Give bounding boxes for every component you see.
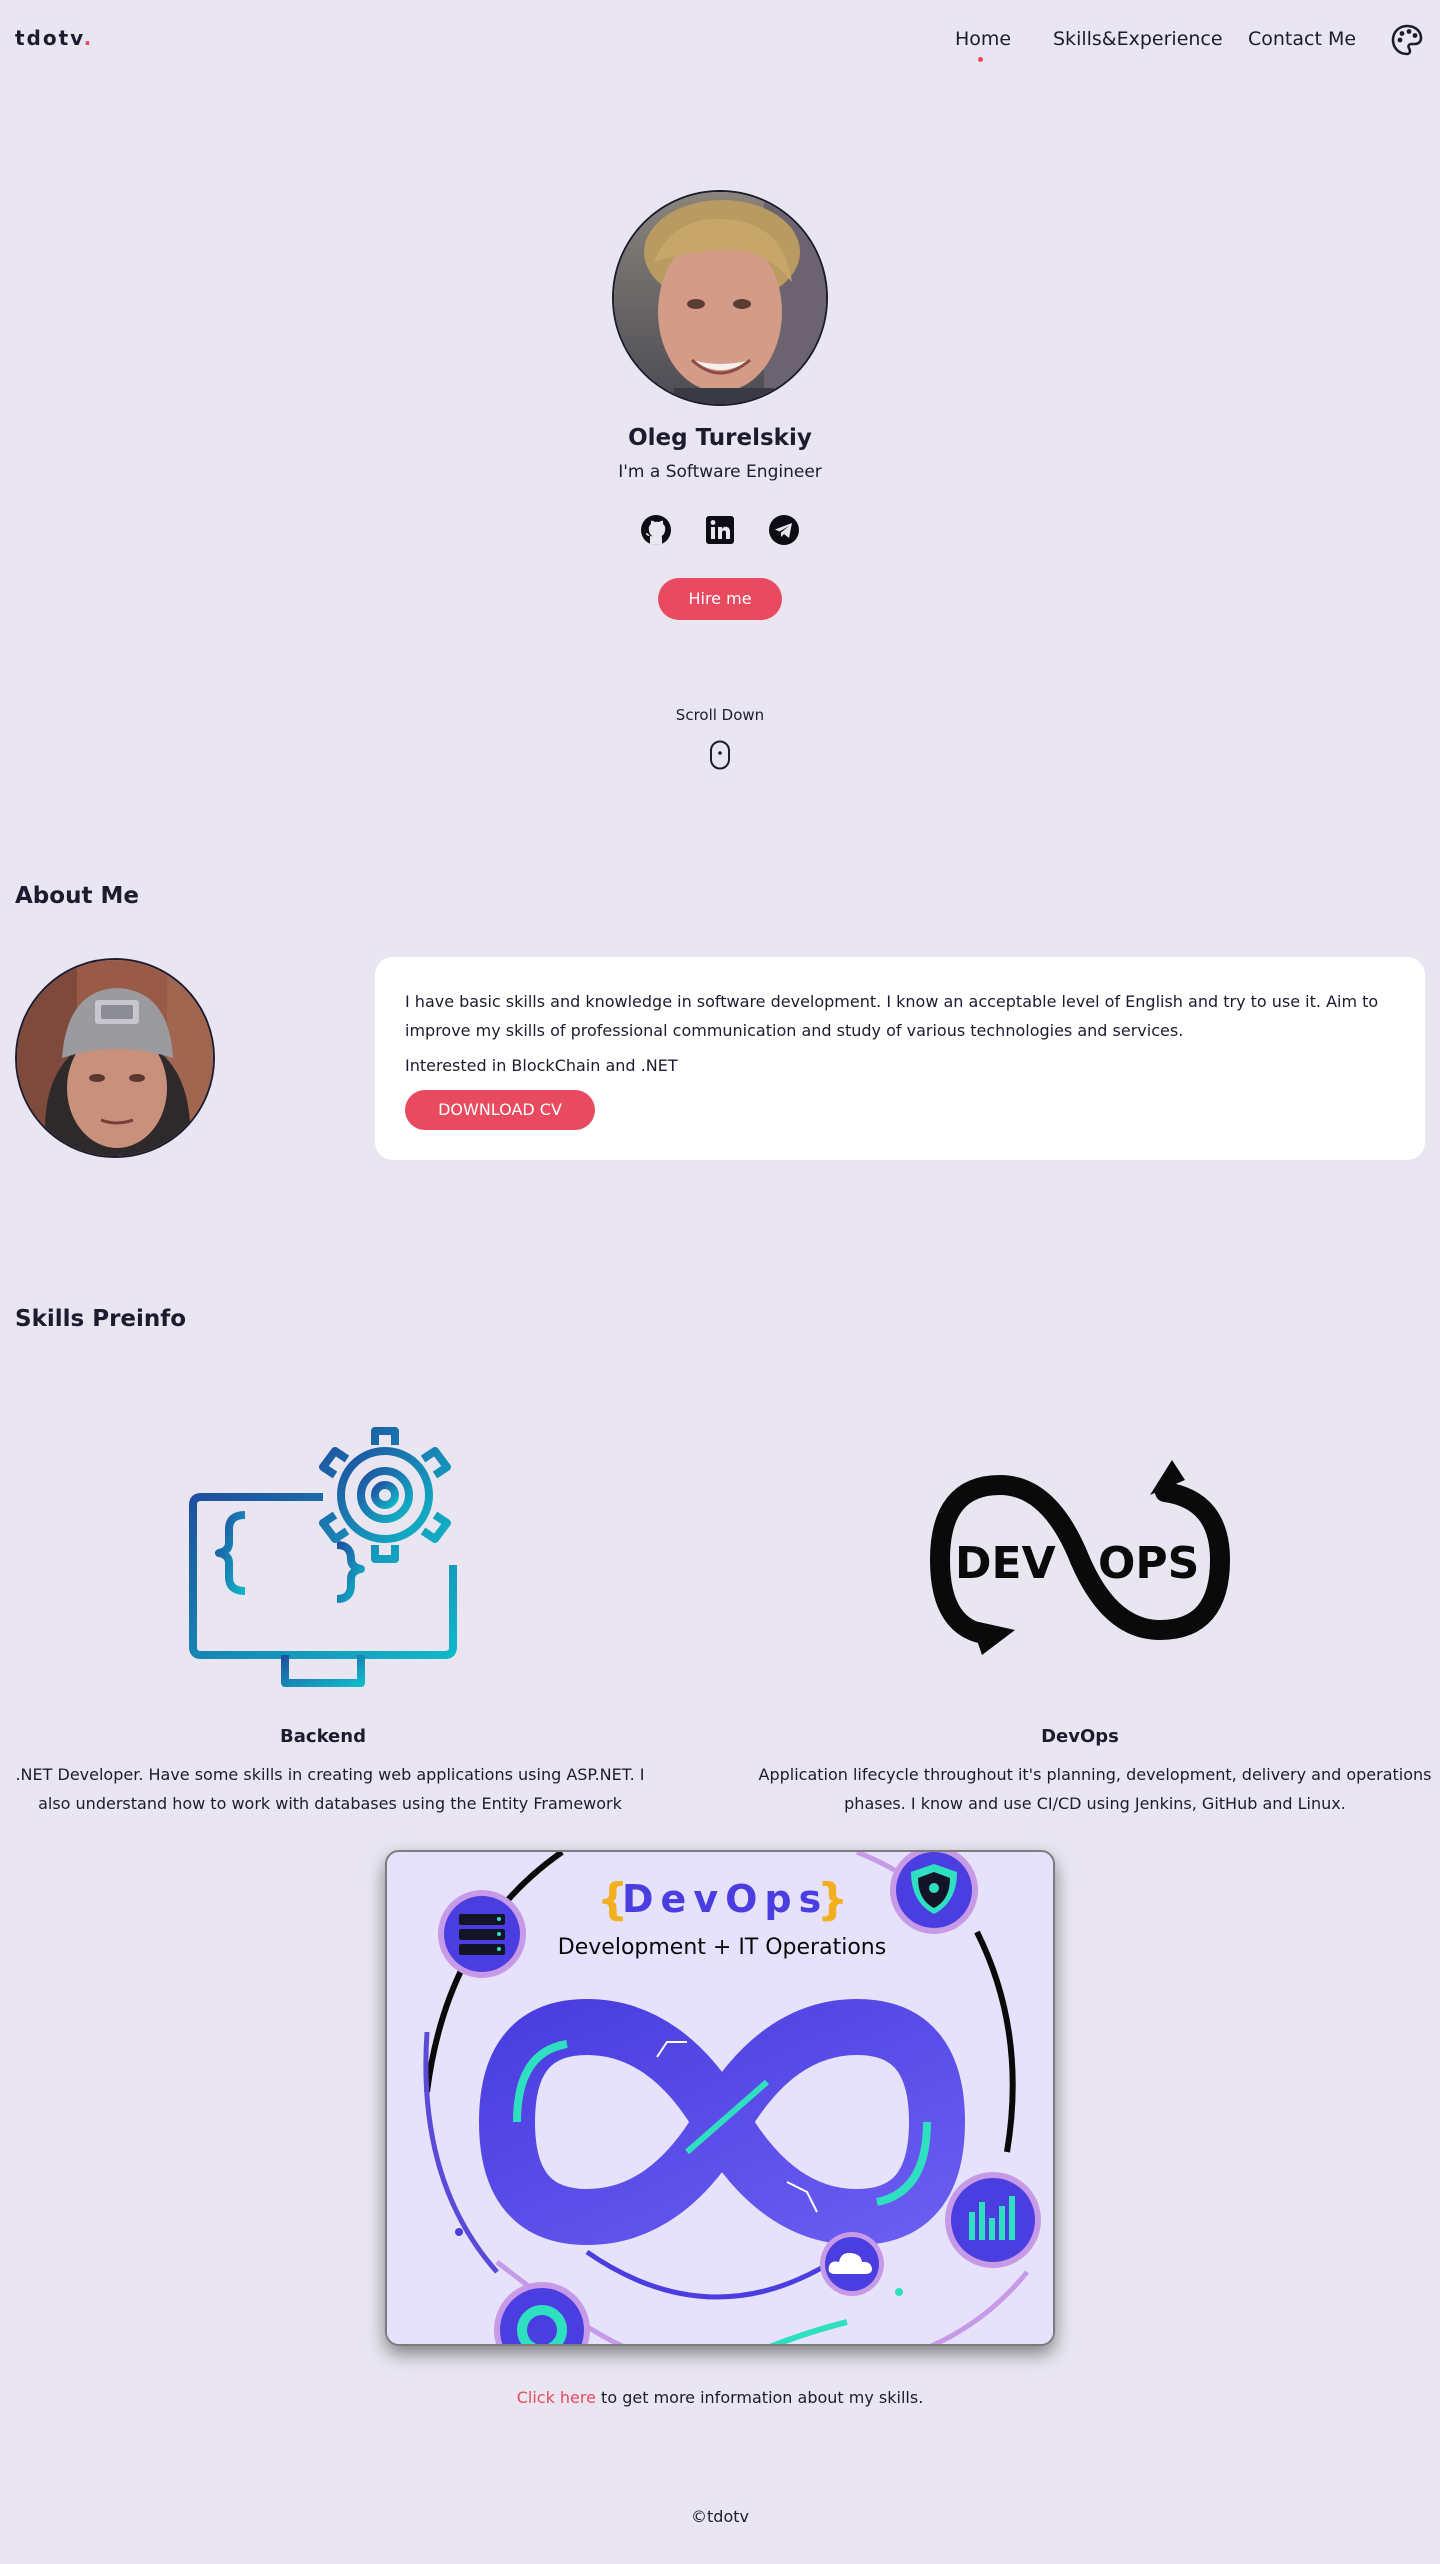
devops-icon-text-ops: OPS	[1098, 1538, 1199, 1589]
devops-description: Application lifecycle throughout it's pl…	[758, 1765, 1432, 1813]
download-cv-button[interactable]: DOWNLOAD CV	[405, 1090, 595, 1130]
profile-name: Oleg Turelskiy	[628, 425, 812, 451]
palette-icon[interactable]	[1391, 24, 1423, 56]
telegram-icon[interactable]	[768, 514, 800, 546]
skills-title: Skills Preinfo	[15, 1306, 187, 1332]
poster-subtitle: Development + IT Operations	[558, 1935, 886, 1960]
more-info-line: Click here to get more information about…	[0, 2388, 1440, 2407]
mouse-scroll-icon[interactable]	[709, 740, 731, 770]
active-indicator	[978, 57, 983, 62]
poster-brace-close: }	[817, 1874, 848, 1925]
hire-me-button[interactable]: Hire me	[658, 578, 782, 620]
profile-photo	[612, 190, 828, 406]
about-interests: Interested in BlockChain and .NET	[405, 1056, 678, 1075]
github-icon[interactable]	[640, 514, 672, 546]
about-title: About Me	[15, 883, 139, 909]
backend-icon	[185, 1425, 465, 1695]
profile-role: I'm a Software Engineer	[618, 462, 822, 482]
navbar: tdotv. Home Skills&Experience Contact Me	[0, 0, 1440, 80]
click-here-link[interactable]: Click here	[517, 2388, 596, 2407]
scroll-down-label[interactable]: Scroll Down	[0, 706, 1440, 724]
backend-title: Backend	[280, 1726, 366, 1747]
about-card: I have basic skills and knowledge in sof…	[375, 957, 1425, 1160]
nav-link-contact[interactable]: Contact Me	[1248, 28, 1356, 50]
backend-description: .NET Developer. Have some skills in crea…	[15, 1765, 645, 1813]
devops-icon-text-dev: DEV	[955, 1538, 1056, 1589]
footer-copyright: ©tdotv	[691, 2507, 749, 2526]
nav-link-skills[interactable]: Skills&Experience	[1053, 28, 1223, 50]
poster-title: DevOps	[622, 1877, 828, 1921]
about-text: I have basic skills and knowledge in sof…	[405, 992, 1379, 1040]
logo[interactable]: tdotv.	[15, 26, 93, 50]
social-links	[640, 514, 800, 546]
logo-dot: .	[83, 26, 94, 50]
devops-poster: { DevOps } Development + IT Operations	[385, 1850, 1055, 2346]
devops-title: DevOps	[1041, 1726, 1119, 1747]
nav-link-home[interactable]: Home	[955, 28, 1011, 50]
linkedin-icon[interactable]	[704, 514, 736, 546]
more-info-text: to get more information about my skills.	[595, 2388, 924, 2407]
devops-icon: DEV OPS	[920, 1450, 1240, 1670]
about-photo	[15, 958, 215, 1158]
